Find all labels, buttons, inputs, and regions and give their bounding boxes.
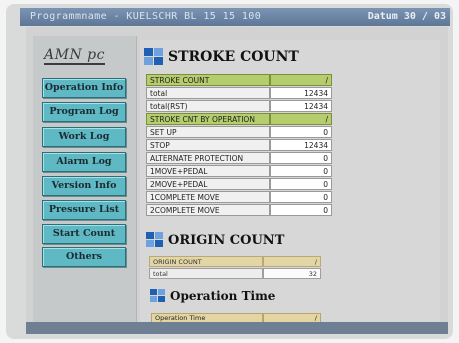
- header-label: ORIGIN COUNT: [149, 256, 263, 267]
- row-label: ALTERNATE PROTECTION: [146, 152, 270, 164]
- row-value: 0: [270, 152, 332, 164]
- row-label: 2MOVE+PEDAL: [146, 178, 270, 190]
- header-value: /: [263, 256, 321, 267]
- sidebar-item-start-count[interactable]: Start Count: [42, 224, 126, 244]
- header-label: STROKE CNT BY OPERATION: [146, 113, 270, 125]
- row-label: 1MOVE+PEDAL: [146, 165, 270, 177]
- brand-logo: AMN pc: [44, 47, 105, 65]
- table-row: 1COMPLETE MOVE 0: [146, 191, 332, 203]
- row-value: 32: [263, 268, 321, 279]
- section-logo-icon: [146, 232, 166, 248]
- sidebar-item-version-info[interactable]: Version Info: [42, 176, 126, 196]
- sidebar-item-alarm-log[interactable]: Alarm Log: [42, 152, 126, 172]
- row-label: total(RST): [146, 100, 270, 112]
- row-label: STOP: [146, 139, 270, 151]
- row-value: 0: [270, 204, 332, 216]
- table-row: 2MOVE+PEDAL 0: [146, 178, 332, 190]
- row-label: total: [149, 268, 263, 279]
- table-header-row: ORIGIN COUNT /: [149, 256, 321, 267]
- stroke-count-table: STROKE COUNT / total 12434 total(RST) 12…: [146, 73, 332, 217]
- table-header-row: STROKE COUNT /: [146, 74, 332, 86]
- row-value: 0: [270, 191, 332, 203]
- row-label: SET UP: [146, 126, 270, 138]
- sidebar-item-others[interactable]: Others: [42, 247, 126, 267]
- program-name: Programmname - KUELSCHR BL 15 15 100: [30, 11, 262, 22]
- row-value: 0: [270, 178, 332, 190]
- table-row: 1MOVE+PEDAL 0: [146, 165, 332, 177]
- header-label: STROKE COUNT: [146, 74, 270, 86]
- sidebar-item-operation-info[interactable]: Operation Info: [42, 78, 126, 98]
- row-value: 0: [270, 126, 332, 138]
- row-label: 2COMPLETE MOVE: [146, 204, 270, 216]
- bottom-bar: [26, 322, 448, 334]
- table-header-row: STROKE CNT BY OPERATION /: [146, 113, 332, 125]
- row-label: 1COMPLETE MOVE: [146, 191, 270, 203]
- header-value: /: [270, 113, 332, 125]
- table-row: total(RST) 12434: [146, 100, 332, 112]
- table-row: 2COMPLETE MOVE 0: [146, 204, 332, 216]
- sidebar-item-pressure-list[interactable]: Pressure List: [42, 200, 126, 220]
- origin-count-title: ORIGIN COUNT: [146, 232, 284, 248]
- row-label: total: [146, 87, 270, 99]
- date-display: Datum 30 / 03: [367, 11, 446, 22]
- row-value: 0: [270, 165, 332, 177]
- section-logo-icon: [150, 289, 168, 303]
- stroke-count-title: STROKE COUNT: [144, 48, 299, 66]
- row-value: 12434: [270, 100, 332, 112]
- table-row: total 32: [149, 268, 321, 279]
- table-row: ALTERNATE PROTECTION 0: [146, 152, 332, 164]
- row-value: 12434: [270, 87, 332, 99]
- section-logo-icon: [144, 48, 166, 66]
- window-title-bar: Programmname - KUELSCHR BL 15 15 100 Dat…: [20, 8, 450, 26]
- table-row: total 12434: [146, 87, 332, 99]
- operation-time-title: Operation Time: [150, 289, 275, 303]
- sidebar-item-work-log[interactable]: Work Log: [42, 127, 126, 147]
- origin-count-table: ORIGIN COUNT / total 32: [149, 255, 321, 280]
- table-row: STOP 12434: [146, 139, 332, 151]
- row-value: 12434: [270, 139, 332, 151]
- table-row: SET UP 0: [146, 126, 332, 138]
- sidebar-item-program-log[interactable]: Program Log: [42, 102, 126, 122]
- header-value: /: [270, 74, 332, 86]
